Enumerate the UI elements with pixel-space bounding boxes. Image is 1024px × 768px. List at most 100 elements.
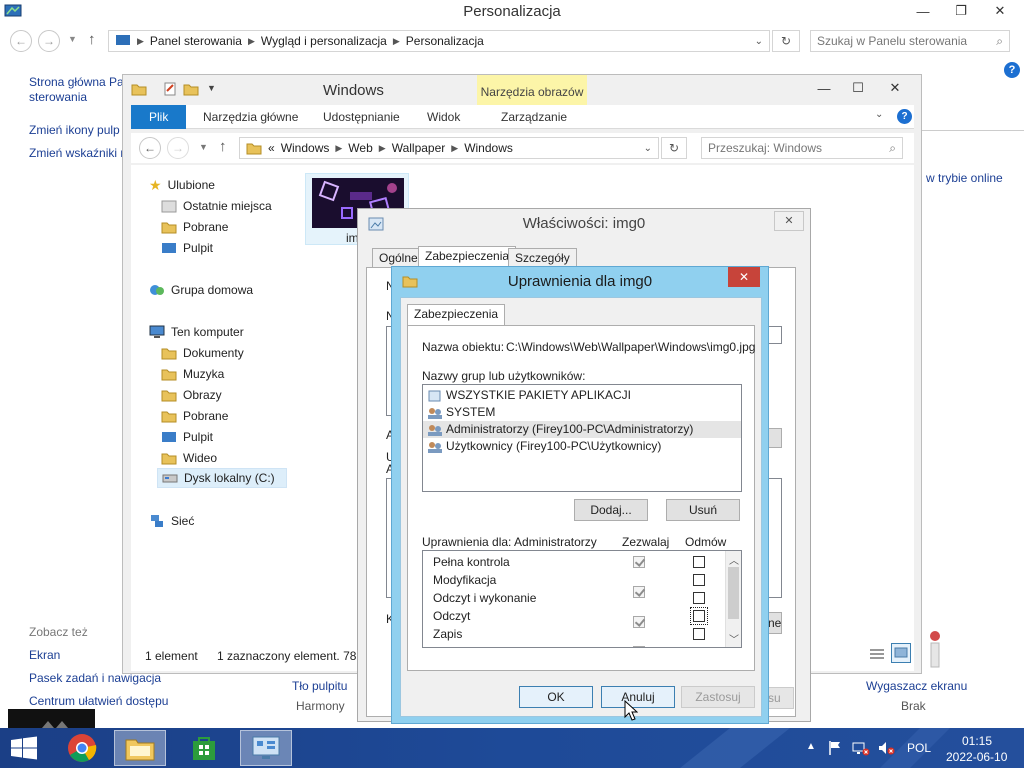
clock-date[interactable]: 2022-06-10 [946, 750, 1007, 764]
properties-close-button[interactable]: ✕ [774, 211, 804, 231]
tree-this-pc[interactable]: Ten komputer [149, 322, 244, 342]
taskbar-explorer-icon[interactable] [114, 730, 166, 766]
quick-access-new-folder-icon[interactable] [183, 82, 199, 96]
minimize-button[interactable]: — [906, 0, 940, 22]
deny-read-execute-checkbox[interactable] [693, 592, 705, 604]
remove-button[interactable]: Usuń [666, 499, 740, 521]
control-panel-search-input[interactable]: Szukaj w Panelu sterowania ⌕ [810, 30, 1010, 52]
taskbar-store-icon[interactable] [178, 730, 230, 766]
input-language-indicator[interactable]: POL [907, 741, 931, 755]
permissions-close-button[interactable]: ✕ [728, 267, 760, 287]
tree-local-disk[interactable]: Dysk lokalny (C:) [157, 468, 287, 488]
tree-desktop[interactable]: Pulpit [161, 238, 213, 258]
explorer-search-input[interactable]: Przeszukaj: Windows ⌕ [701, 137, 903, 159]
taskbar-control-panel-icon[interactable] [240, 730, 292, 766]
desktop-background-link[interactable]: Tło pulpitu [292, 679, 347, 693]
tree-homegroup[interactable]: Grupa domowa [149, 280, 253, 300]
permissions-tab-security[interactable]: Zabezpieczenia [407, 304, 506, 326]
up-button[interactable]: ↑ [88, 31, 96, 48]
change-pointers-link[interactable]: Zmień wskaźniki m [29, 146, 130, 160]
cp-home-link-line2[interactable]: sterowania [29, 90, 87, 104]
history-dropdown-icon[interactable]: ▼ [68, 34, 77, 44]
tray-expand-icon[interactable]: ▲ [806, 741, 816, 752]
breadcrumb-item[interactable]: Wygląd i personalizacja [261, 34, 387, 48]
path-segment[interactable]: Web [348, 141, 372, 155]
path-segment[interactable]: Windows [281, 141, 330, 155]
details-view-icon[interactable] [869, 647, 885, 661]
tree-documents[interactable]: Dokumenty [161, 343, 244, 363]
scrollbar-thumb[interactable] [728, 567, 739, 619]
explorer-up-button[interactable]: ↑ [219, 138, 227, 155]
tree-music[interactable]: Muzyka [161, 364, 224, 384]
scroll-up-icon[interactable]: ︿ [729, 552, 739, 567]
help-icon[interactable]: ? [897, 109, 912, 124]
back-button[interactable]: ← [10, 30, 32, 52]
volume-muted-icon[interactable] [877, 740, 895, 756]
permissions-scrollbar[interactable]: ︿ ﹀ [725, 551, 741, 647]
advanced-button-fragment[interactable]: ne [768, 612, 782, 634]
ok-button[interactable]: OK [519, 686, 593, 708]
deny-read-checkbox[interactable] [690, 607, 708, 625]
action-center-flag-icon[interactable] [828, 740, 842, 756]
cancel-button[interactable]: Anuluj [601, 686, 675, 708]
screensaver-link[interactable]: Wygaszacz ekranu [866, 679, 967, 693]
tab-general[interactable]: Ogólne [372, 248, 425, 268]
tree-network[interactable]: Sieć [149, 511, 194, 531]
help-icon[interactable]: ? [1004, 62, 1020, 78]
tree-downloads[interactable]: Pobrane [161, 217, 228, 237]
ribbon-tab-manage[interactable]: Zarządzanie [491, 105, 577, 129]
close-button[interactable]: ✕ [980, 0, 1020, 22]
deny-modify-checkbox[interactable] [693, 574, 705, 586]
maximize-button[interactable]: ❐ [944, 0, 978, 22]
ribbon-tab-home[interactable]: Narzędzia główne [193, 105, 308, 129]
start-button[interactable] [10, 736, 38, 760]
cp-home-link[interactable]: Strona główna Pa [29, 75, 124, 89]
change-desktop-icons-link[interactable]: Zmień ikony pulp [29, 123, 120, 137]
group-item[interactable]: SYSTEM [423, 404, 741, 421]
chevron-down-icon[interactable]: ⌄ [644, 143, 652, 154]
path-segment[interactable]: Windows [464, 141, 513, 155]
explorer-refresh-button[interactable]: ↻ [661, 137, 687, 159]
add-button[interactable]: Dodaj... [574, 499, 648, 521]
tree-videos[interactable]: Wideo [161, 448, 217, 468]
tab-details[interactable]: Szczegóły [508, 248, 577, 268]
ribbon-tab-share[interactable]: Udostępnianie [313, 105, 410, 129]
path-segment[interactable]: Wallpaper [392, 141, 446, 155]
group-item[interactable]: Użytkownicy (Firey100-PC\Użytkownicy) [423, 438, 741, 455]
deny-full-control-checkbox[interactable] [693, 556, 705, 568]
network-tray-icon[interactable] [852, 740, 870, 756]
chevron-down-icon[interactable]: ⌄ [755, 36, 763, 47]
taskbar-chrome-icon[interactable] [56, 730, 108, 766]
tree-favorites[interactable]: ★ Ulubione [149, 175, 215, 195]
large-icons-view-icon[interactable] [891, 643, 911, 663]
explorer-maximize-button[interactable]: ☐ [841, 77, 875, 99]
ease-of-access-link[interactable]: Centrum ułatwień dostępu [29, 694, 168, 708]
ribbon-tab-file[interactable]: Plik [131, 105, 187, 129]
deny-write-checkbox[interactable] [693, 628, 705, 640]
clock-time[interactable]: 01:15 [962, 734, 992, 748]
explorer-close-button[interactable]: ✕ [875, 77, 915, 99]
tree-desktop-pc[interactable]: Pulpit [161, 427, 213, 447]
groups-list[interactable]: WSZYSTKIE PAKIETY APLIKACJI SYSTEM Admin… [422, 384, 742, 492]
forward-button[interactable]: → [38, 30, 60, 52]
explorer-history-dropdown-icon[interactable]: ▼ [199, 142, 208, 152]
refresh-button[interactable]: ↻ [772, 30, 800, 52]
explorer-back-button[interactable]: ← [139, 137, 161, 159]
scroll-down-icon[interactable]: ﹀ [729, 631, 739, 646]
quick-access-properties-icon[interactable] [163, 82, 177, 96]
explorer-minimize-button[interactable]: — [807, 77, 841, 99]
online-themes-link[interactable]: w trybie online [926, 171, 1003, 185]
breadcrumb-item[interactable]: Panel sterowania [150, 34, 242, 48]
tree-downloads-pc[interactable]: Pobrane [161, 406, 228, 426]
explorer-address-bar[interactable]: « Windows ▶ Web ▶ Wallpaper ▶ Windows ⌄ [239, 137, 659, 159]
quick-access-dropdown-icon[interactable]: ▼ [207, 83, 216, 93]
ribbon-tab-view[interactable]: Widok [417, 105, 470, 129]
control-panel-address-bar[interactable]: ▶ Panel sterowania ▶ Wygląd i personaliz… [108, 30, 770, 52]
group-item-selected[interactable]: Administratorzy (Firey100-PC\Administrat… [423, 421, 741, 438]
breadcrumb-item[interactable]: Personalizacja [406, 34, 484, 48]
ribbon-expand-icon[interactable]: ⌄ [875, 109, 883, 120]
display-link[interactable]: Ekran [29, 648, 60, 662]
tree-recent-places[interactable]: Ostatnie miejsca [161, 196, 272, 216]
explorer-forward-button[interactable]: → [167, 137, 189, 159]
group-item[interactable]: WSZYSTKIE PAKIETY APLIKACJI [423, 387, 741, 404]
